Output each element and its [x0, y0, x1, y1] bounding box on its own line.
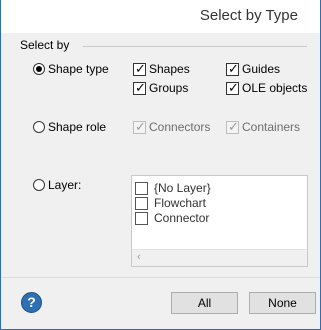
- connectors-label[interactable]: Connectors: [149, 120, 210, 134]
- all-button[interactable]: All: [171, 292, 238, 314]
- shapes-checkbox[interactable]: ✓: [133, 61, 146, 76]
- layer-radio[interactable]: [33, 179, 45, 191]
- footer-divider: [1, 277, 320, 278]
- horizontal-scrollbar[interactable]: ‹: [132, 249, 307, 266]
- none-button[interactable]: None: [249, 292, 316, 314]
- shape-role-radio[interactable]: [33, 121, 45, 133]
- group-divider: [83, 46, 307, 47]
- groups-checkbox[interactable]: ✓: [133, 80, 146, 95]
- help-icon[interactable]: ?: [21, 292, 42, 313]
- title-bar: Select by Type: [1, 0, 320, 33]
- select-by-type-dialog: Select by Type Select by Shape type ✓ Sh…: [0, 0, 321, 330]
- ole-objects-checkbox[interactable]: ✓: [226, 80, 239, 95]
- ole-objects-label[interactable]: OLE objects: [242, 81, 307, 95]
- check-icon: ✓: [135, 119, 146, 134]
- layer-checkbox[interactable]: [135, 212, 148, 225]
- scroll-left-icon[interactable]: ‹: [137, 251, 141, 263]
- connectors-checkbox[interactable]: ✓: [133, 119, 146, 134]
- check-icon: ✓: [135, 61, 146, 76]
- check-icon: ✓: [135, 80, 146, 95]
- guides-label[interactable]: Guides: [242, 62, 280, 76]
- layer-checkbox[interactable]: [135, 197, 148, 210]
- check-icon: ✓: [228, 61, 239, 76]
- check-icon: ✓: [228, 119, 239, 134]
- layer-item-label: Flowchart: [154, 196, 207, 210]
- dialog-title: Select by Type: [199, 7, 298, 24]
- layer-label[interactable]: Layer:: [48, 178, 81, 192]
- layer-listbox[interactable]: {No Layer} Flowchart Connector ‹: [131, 175, 308, 267]
- layer-item-label: {No Layer}: [154, 181, 211, 195]
- guides-checkbox[interactable]: ✓: [226, 61, 239, 76]
- containers-checkbox[interactable]: ✓: [226, 119, 239, 134]
- shape-type-radio[interactable]: [33, 63, 45, 75]
- check-icon: ✓: [228, 80, 239, 95]
- shapes-label[interactable]: Shapes: [149, 62, 190, 76]
- shape-type-label[interactable]: Shape type: [48, 62, 109, 76]
- shape-role-label[interactable]: Shape role: [48, 120, 106, 134]
- containers-label[interactable]: Containers: [242, 120, 300, 134]
- layer-checkbox[interactable]: [135, 182, 148, 195]
- layer-item-label: Connector: [154, 211, 210, 225]
- groups-label[interactable]: Groups: [149, 81, 188, 95]
- group-label: Select by: [20, 38, 74, 52]
- radio-selected-dot: [36, 66, 42, 72]
